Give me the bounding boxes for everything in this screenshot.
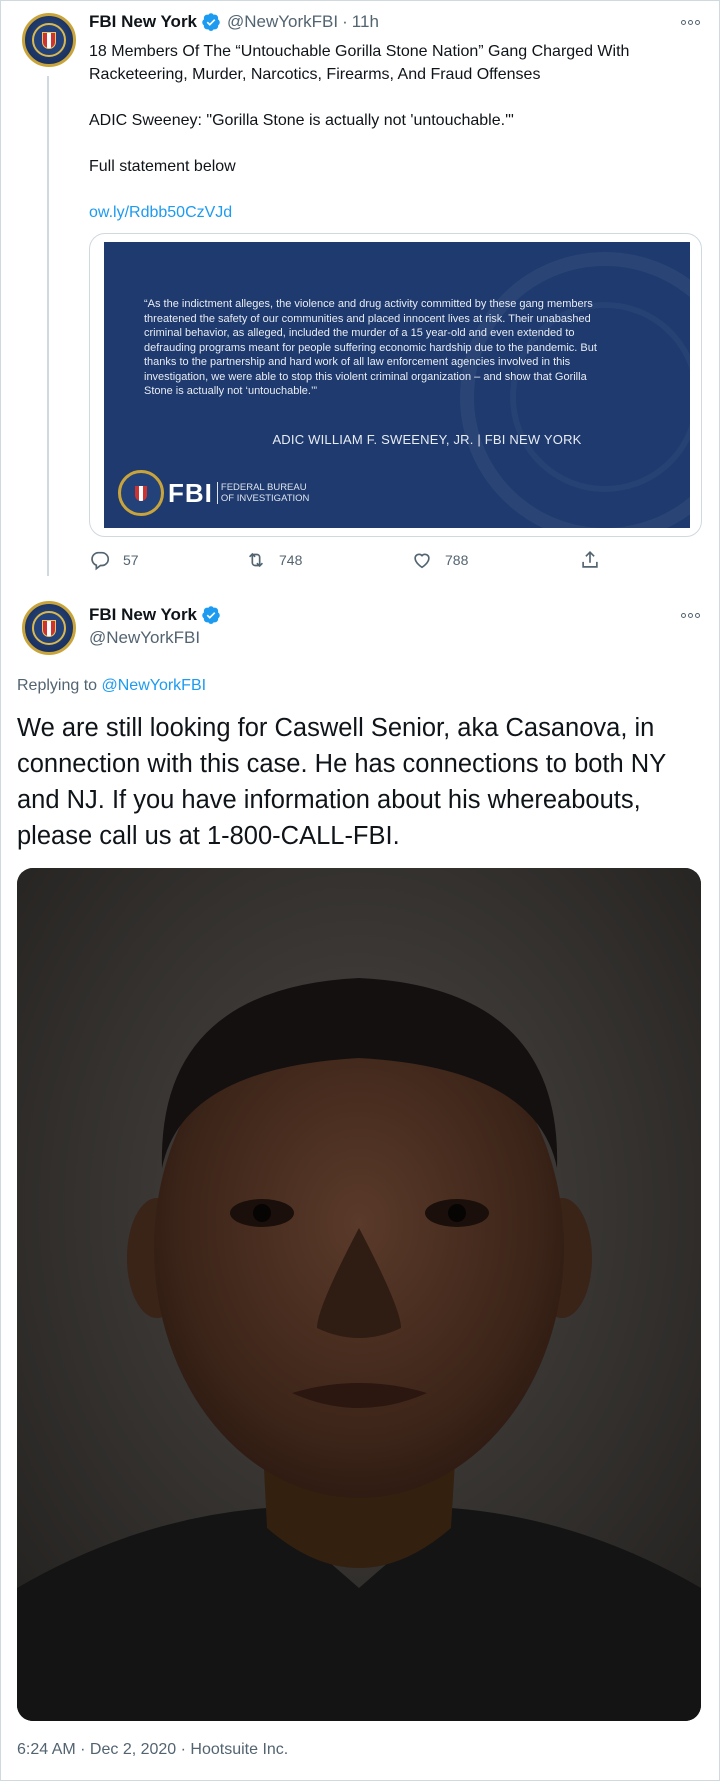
seal-inner xyxy=(32,611,66,645)
thread-connector-line xyxy=(47,76,49,576)
fbi-logo-line1: FEDERAL BUREAU xyxy=(220,482,307,493)
reply-icon xyxy=(91,551,110,571)
tweet1-line: 18 Members Of The “Untouchable Gorilla S… xyxy=(89,43,630,60)
fbi-avatar[interactable] xyxy=(22,13,76,67)
like-icon xyxy=(414,553,430,569)
verified-badge-icon xyxy=(202,606,220,624)
statement-signature: ADIC WILLIAM F. SWEENEY, JR. | FBI NEW Y… xyxy=(272,432,582,447)
portrait-image xyxy=(17,868,701,1721)
retweet-button[interactable]: 748 xyxy=(245,549,302,571)
author-name[interactable]: FBI New York xyxy=(89,12,197,32)
shield-icon xyxy=(42,619,56,637)
reply-count: 57 xyxy=(123,552,139,568)
tweet1-line: Full statement below xyxy=(89,158,236,175)
fbi-avatar[interactable] xyxy=(22,601,76,655)
tweet-timestamp[interactable]: 6:24 AM · Dec 2, 2020 · Hootsuite Inc. xyxy=(17,1741,288,1759)
author-handle[interactable]: @NewYorkFBI xyxy=(89,628,200,648)
seal-inner xyxy=(32,23,66,57)
tweet2-text: We are still looking for Caswell Senior,… xyxy=(17,714,666,850)
like-count: 788 xyxy=(445,552,469,568)
fbi-logo: FBI FEDERAL BUREAU OF INVESTIGATION xyxy=(118,470,309,516)
retweet-icon xyxy=(248,552,264,568)
tweet1-actions: 57 748 788 xyxy=(89,549,609,577)
more-options-icon[interactable] xyxy=(678,17,702,27)
tweet1-line: ADIC Sweeney: "Gorilla Stone is actually… xyxy=(89,112,514,129)
share-icon xyxy=(582,551,598,568)
author-handle[interactable]: @NewYorkFBI xyxy=(227,12,338,32)
shield-icon xyxy=(42,31,56,49)
statement-image[interactable]: “As the indictment alleges, the violence… xyxy=(104,242,690,528)
share-button[interactable] xyxy=(579,549,613,571)
statement-link[interactable]: ow.ly/Rdbb50CzVJd xyxy=(89,204,232,221)
replying-to: Replying to @NewYorkFBI xyxy=(17,677,206,695)
fbi-logo-subtitle: FEDERAL BUREAU OF INVESTIGATION xyxy=(216,482,310,504)
tweet1-line: Racketeering, Murder, Narcotics, Firearm… xyxy=(89,66,541,83)
replying-to-handle[interactable]: @NewYorkFBI xyxy=(102,677,207,694)
replying-prefix: Replying to xyxy=(17,677,102,694)
suspect-photo[interactable] xyxy=(17,868,701,1721)
statement-quote: “As the indictment alleges, the violence… xyxy=(144,298,597,397)
fbi-seal-icon xyxy=(118,470,164,516)
more-options-icon[interactable] xyxy=(678,610,702,620)
verified-badge-icon xyxy=(202,13,220,31)
tweet1-header: FBI New York @NewYorkFBI · 11h xyxy=(89,12,379,32)
fbi-logo-letters: FBI xyxy=(168,477,213,508)
like-button[interactable]: 788 xyxy=(411,549,468,571)
media-card[interactable]: “As the indictment alleges, the violence… xyxy=(89,233,702,537)
fbi-logo-line2: OF INVESTIGATION xyxy=(220,493,310,504)
reply-button[interactable]: 57 xyxy=(89,549,139,571)
time-ago[interactable]: 11h xyxy=(352,12,379,32)
tweet2-header: FBI New York xyxy=(89,605,221,625)
dot-separator: · xyxy=(342,12,348,31)
retweet-count: 748 xyxy=(279,552,303,568)
tweet1-text: 18 Members Of The “Untouchable Gorilla S… xyxy=(89,40,709,224)
author-name[interactable]: FBI New York xyxy=(89,605,197,625)
